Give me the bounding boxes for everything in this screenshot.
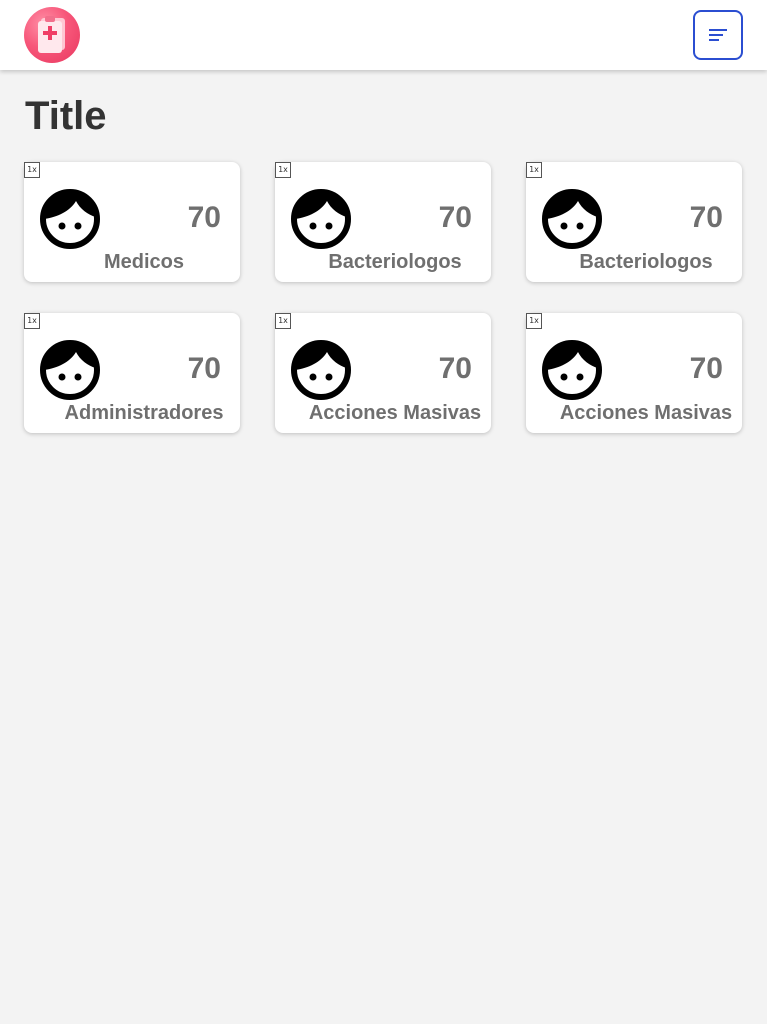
- broken-image-icon: 1x: [526, 162, 542, 178]
- card-count: 70: [187, 352, 221, 385]
- top-header: [0, 0, 767, 70]
- card-acciones-masivas-2[interactable]: 1x 70 Acciones Masivas: [526, 313, 742, 433]
- card-medicos[interactable]: 1x 70 Medicos: [24, 162, 240, 282]
- card-label: Administradores: [64, 402, 224, 424]
- medical-clipboard-icon[interactable]: [24, 7, 80, 63]
- card-bacteriologos[interactable]: 1x 70 Bacteriologos: [275, 162, 491, 282]
- face-icon: [542, 189, 602, 249]
- card-count: 70: [438, 352, 472, 385]
- broken-image-icon: 1x: [24, 313, 40, 329]
- face-icon: [291, 340, 351, 400]
- card-label: Medicos: [103, 251, 185, 273]
- face-icon: [40, 340, 100, 400]
- broken-image-icon: 1x: [24, 162, 40, 178]
- face-icon: [542, 340, 602, 400]
- card-label: Bacteriologos: [579, 251, 713, 273]
- card-count: 70: [689, 201, 723, 234]
- card-label: Acciones Masivas: [308, 402, 482, 424]
- card-count: 70: [187, 201, 221, 234]
- broken-image-icon: 1x: [275, 162, 291, 178]
- card-administradores[interactable]: 1x 70 Administradores: [24, 313, 240, 433]
- face-icon: [40, 189, 100, 249]
- page-title: Title: [25, 94, 107, 138]
- face-icon: [291, 189, 351, 249]
- menu-button[interactable]: [693, 10, 743, 60]
- broken-image-icon: 1x: [275, 313, 291, 329]
- card-label: Bacteriologos: [328, 251, 462, 273]
- card-count: 70: [438, 201, 472, 234]
- broken-image-icon: 1x: [526, 313, 542, 329]
- card-bacteriologos-2[interactable]: 1x 70 Bacteriologos: [526, 162, 742, 282]
- card-acciones-masivas[interactable]: 1x 70 Acciones Masivas: [275, 313, 491, 433]
- hamburger-menu-icon: [709, 29, 727, 41]
- card-count: 70: [689, 352, 723, 385]
- card-label: Acciones Masivas: [559, 402, 733, 424]
